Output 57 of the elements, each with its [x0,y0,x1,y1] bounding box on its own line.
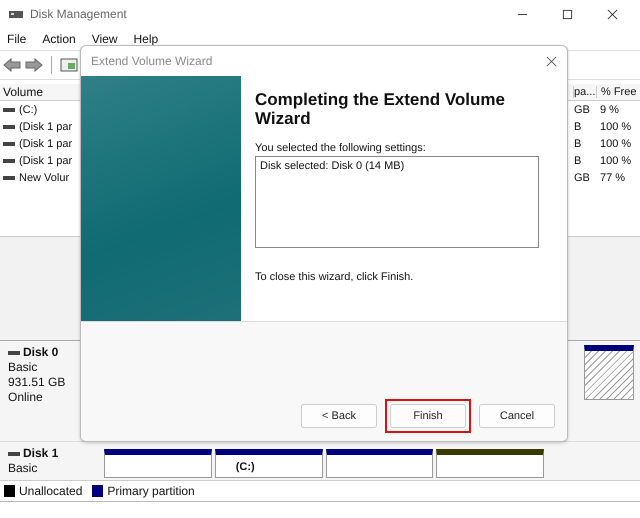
table-cell-text: B [574,154,582,166]
partition-block[interactable] [436,449,544,478]
drive-icon [3,174,15,180]
drive-icon [3,106,15,112]
table-cell-text: 100 % [599,120,632,132]
wizard-heading: Completing the Extend Volume Wizard [255,90,506,128]
legend-label: Primary partition [107,484,195,498]
column-header[interactable]: % Free [596,86,640,98]
wizard-button[interactable]: Finish [390,404,466,428]
table-cell-text: GB [574,172,591,184]
forward-arrow-icon[interactable] [25,58,43,72]
window-title: Disk Management [30,7,127,21]
partition-block[interactable] [584,345,634,400]
column-header[interactable]: pa... [573,86,596,98]
table-cell-text: 100 % [599,138,632,150]
closing-text: To close this wizard, click Finish. [255,271,414,283]
disk-detail: Online [8,390,44,405]
disk-name: Disk 0 [23,345,58,360]
drive-icon [8,450,20,456]
disk-detail: Basic [8,461,38,476]
partition-block[interactable]: (C:) [214,449,322,478]
table-cell-text: 77 % [599,172,626,184]
disk-name: Disk 1 [23,446,58,461]
back-arrow-icon[interactable] [3,58,21,72]
setting-line: Disk selected: Disk 0 (14 MB) [260,160,406,172]
wizard-button[interactable]: Cancel [479,404,555,428]
wizard-button[interactable]: < Back [301,404,377,428]
drive-entry[interactable]: (Disk 1 par [19,154,72,166]
partition-block[interactable] [326,449,434,478]
menu-item[interactable]: Help [134,32,158,46]
legend-label: Unallocated [19,484,82,498]
table-cell-text: 100 % [599,154,632,166]
disk-detail: 931.51 GB [8,375,66,390]
close-icon[interactable] [546,56,557,66]
table-cell-text: B [574,138,582,150]
dialog-title: Extend Volume Wizard [91,54,212,68]
partition-block[interactable] [104,449,212,478]
menu-item[interactable]: Action [42,32,76,46]
drive-icon [3,140,15,146]
column-header[interactable]: Volume [0,85,77,99]
disk-detail: Basic [8,360,38,375]
table-cell-text: B [574,120,582,132]
drive-entry[interactable]: New Volur [19,172,70,184]
drive-icon [3,158,15,164]
panel-icon[interactable] [60,58,78,72]
close-icon[interactable] [607,8,618,20]
drive-entry[interactable]: (C:) [19,104,38,116]
table-cell-text: GB [574,104,591,116]
menu-item[interactable]: File [7,32,26,46]
maximize-icon[interactable] [562,8,573,20]
drive-icon [8,350,20,356]
drive-entry[interactable]: (Disk 1 par [19,120,72,132]
menu-item[interactable]: View [92,32,118,46]
drive-icon [3,124,15,130]
drive-entry[interactable]: (Disk 1 par [19,138,72,150]
table-cell-text: 9 % [599,104,620,116]
intro-text: You selected the following settings: [255,142,427,154]
